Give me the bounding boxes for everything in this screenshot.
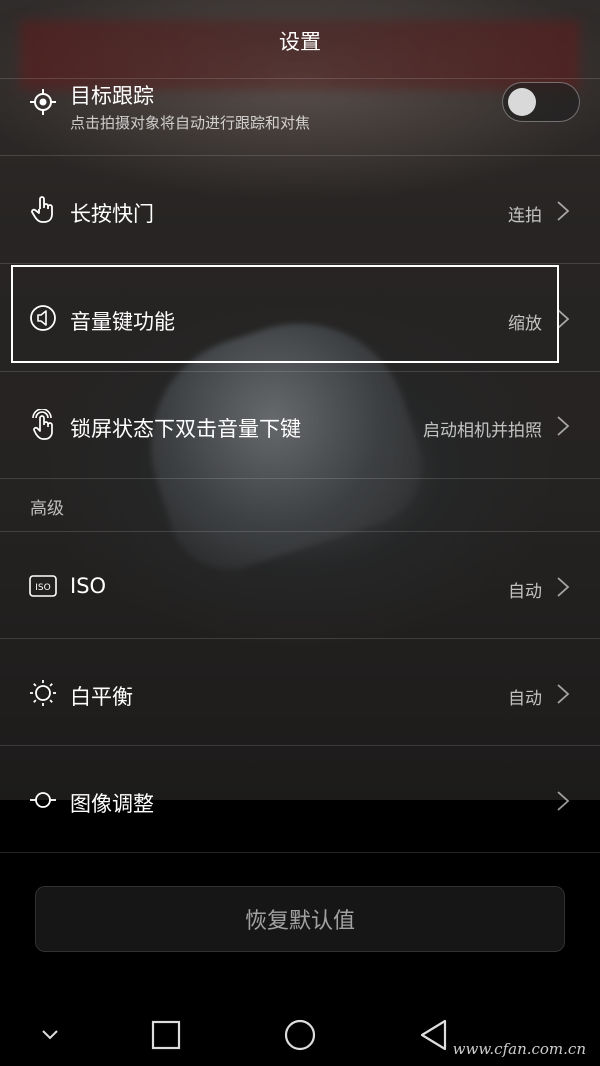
setting-value: 启动相机并拍照	[423, 421, 542, 441]
setting-long-press-shutter[interactable]: 长按快门 连拍	[0, 155, 600, 263]
page-title: 设置	[279, 30, 321, 54]
setting-description: 点击拍摄对象将自动进行跟踪和对焦	[70, 114, 311, 132]
chevron-right-icon	[557, 416, 570, 436]
iso-icon: ISO	[28, 571, 58, 601]
setting-value: 连拍	[508, 206, 542, 226]
target-icon	[28, 87, 58, 117]
setting-label: 图像调整	[70, 792, 154, 816]
toggle-knob	[508, 88, 536, 116]
setting-label: ISO	[70, 574, 107, 598]
watermark: www.cfan.com.cn	[452, 1040, 586, 1058]
chevron-right-icon	[557, 201, 570, 221]
setting-double-tap-volume-down[interactable]: 锁屏状态下双击音量下键 启动相机并拍照	[0, 371, 600, 478]
setting-label: 锁屏状态下双击音量下键	[70, 417, 301, 441]
setting-image-adjust[interactable]: 图像调整	[0, 745, 600, 852]
reset-defaults-button[interactable]: 恢复默认值	[35, 886, 565, 952]
double-tap-icon	[28, 409, 58, 440]
recent-apps-icon[interactable]	[149, 1018, 183, 1052]
home-icon[interactable]	[283, 1018, 317, 1052]
image-adjust-icon	[28, 785, 58, 815]
target-tracking-toggle[interactable]	[502, 82, 580, 122]
settings-screen: 设置 目标跟踪 点击拍摄对象将自动进行跟踪和对焦 长按快门 连拍 音量键功能 缩…	[0, 0, 600, 1066]
setting-value: 自动	[508, 582, 542, 602]
chevron-right-icon	[557, 684, 570, 704]
chevron-right-icon	[557, 577, 570, 597]
hand-press-icon	[28, 194, 58, 224]
section-header-advanced: 高级	[30, 499, 64, 519]
setting-white-balance[interactable]: 白平衡 自动	[0, 638, 600, 745]
setting-value: 自动	[508, 689, 542, 709]
setting-label: 白平衡	[70, 685, 133, 709]
svg-text:ISO: ISO	[35, 583, 50, 593]
setting-iso[interactable]: ISO ISO 自动	[0, 531, 600, 638]
section-divider	[0, 478, 600, 531]
chevron-down-icon[interactable]	[33, 1018, 67, 1052]
highlight-box	[11, 265, 559, 363]
back-icon[interactable]	[417, 1018, 451, 1052]
sun-icon	[28, 678, 58, 708]
chevron-right-icon	[557, 791, 570, 811]
setting-label: 目标跟踪	[70, 84, 154, 108]
divider	[0, 852, 600, 853]
setting-label: 长按快门	[70, 202, 154, 226]
